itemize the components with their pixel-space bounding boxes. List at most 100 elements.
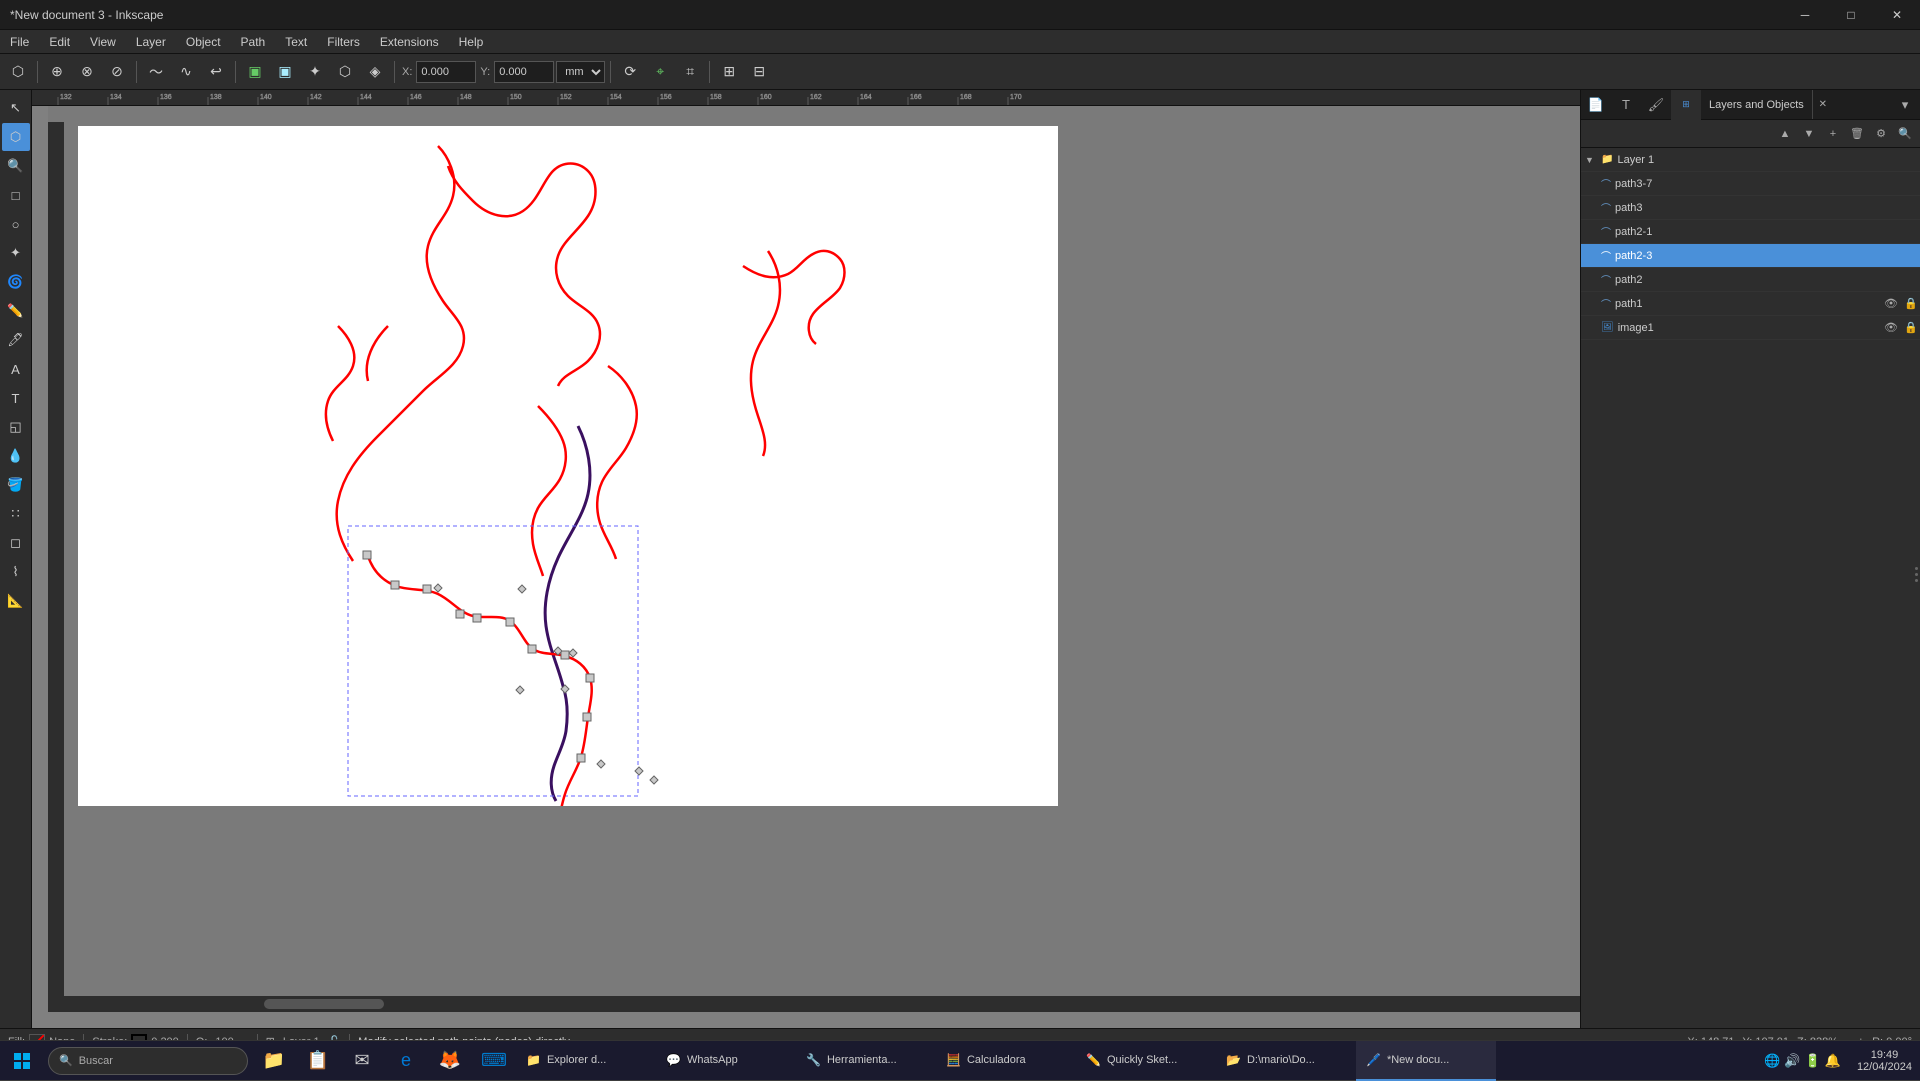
lock-icon[interactable]: 🔒	[1904, 297, 1920, 310]
taskbar-app-vscode[interactable]: ⌨	[472, 1041, 516, 1081]
tool-btn-2[interactable]: ⊗	[73, 58, 101, 86]
node-10[interactable]	[583, 713, 591, 721]
menu-object[interactable]: Object	[176, 30, 231, 53]
star-tool[interactable]: ✦	[2, 239, 30, 267]
path2-3-selected[interactable]	[368, 556, 592, 806]
pencil-tool[interactable]: ✏️	[2, 297, 30, 325]
node-7[interactable]	[528, 645, 536, 653]
canvas-container[interactable]: 132 134 136 138 140 142 144 146 148 150 …	[32, 90, 1580, 1028]
tool-ctrl[interactable]: ⊟	[745, 58, 773, 86]
menu-edit[interactable]: Edit	[39, 30, 80, 53]
layer-item-path2-3[interactable]: ⌒ path2-3	[1581, 244, 1920, 268]
expand-icon[interactable]: ▼	[1585, 155, 1597, 165]
panel-close-button[interactable]: ✕	[1815, 97, 1831, 113]
node-6[interactable]	[506, 618, 514, 626]
node-4[interactable]	[456, 610, 464, 618]
menu-layer[interactable]: Layer	[126, 30, 176, 53]
taskbar-app-files[interactable]: 📋	[296, 1041, 340, 1081]
tool-btn-1[interactable]: ⊕	[43, 58, 71, 86]
layer-move-up-button[interactable]: ▲	[1774, 123, 1796, 145]
taskbar-open-whatsapp[interactable]: 💬 WhatsApp	[656, 1041, 796, 1081]
handle-7[interactable]	[597, 760, 605, 768]
menu-help[interactable]: Help	[449, 30, 494, 53]
handle-2[interactable]	[518, 585, 526, 593]
tool-transform[interactable]: ⟳	[616, 58, 644, 86]
node-2[interactable]	[391, 581, 399, 589]
eye-icon[interactable]: 👁	[1884, 297, 1900, 310]
eyedropper-tool[interactable]: 💧	[2, 442, 30, 470]
layer-item-path2-1[interactable]: ⌒ path2-1	[1581, 220, 1920, 244]
calligraphy-tool[interactable]: A	[2, 355, 30, 383]
tool-curve[interactable]: ∿	[172, 58, 200, 86]
connector-tool[interactable]: ⌇	[2, 558, 30, 586]
battery-icon[interactable]: 🔋	[1805, 1053, 1821, 1069]
tool-corner[interactable]: ↩	[202, 58, 230, 86]
text-tool[interactable]: T	[2, 384, 30, 412]
tool-node[interactable]: ⬡	[4, 58, 32, 86]
tool-btn-3[interactable]: ⊘	[103, 58, 131, 86]
node-11[interactable]	[577, 754, 585, 762]
tool-snap-1[interactable]: ⌖	[646, 58, 674, 86]
maximize-button[interactable]: □	[1828, 0, 1874, 30]
rect-tool[interactable]: □	[2, 181, 30, 209]
tool-show-box[interactable]: ⊞	[715, 58, 743, 86]
zoom-tool[interactable]: 🔍	[2, 152, 30, 180]
menu-filters[interactable]: Filters	[317, 30, 370, 53]
x-input[interactable]	[416, 61, 476, 83]
handle-8[interactable]	[635, 767, 643, 775]
system-clock[interactable]: 19:49 12/04/2024	[1849, 1041, 1920, 1081]
layer-item-path2[interactable]: ⌒ path2	[1581, 268, 1920, 292]
handle-4[interactable]	[569, 649, 577, 657]
tool-path-1[interactable]: ▣	[241, 58, 269, 86]
taskbar-open-folder[interactable]: 📂 D:\mario\Do...	[1216, 1041, 1356, 1081]
minimize-button[interactable]: ─	[1782, 0, 1828, 30]
scrollbar-thumb-h[interactable]	[264, 999, 384, 1009]
layer-item-layer1[interactable]: ▼ 📁 Layer 1	[1581, 148, 1920, 172]
layer-search-button[interactable]: 🔍	[1894, 123, 1916, 145]
eraser-tool[interactable]: ◻	[2, 529, 30, 557]
layer-item-path3[interactable]: ⌒ path3	[1581, 196, 1920, 220]
node-3[interactable]	[423, 585, 431, 593]
handle-1[interactable]	[434, 584, 442, 592]
canvas-page[interactable]	[78, 126, 1058, 806]
node-9[interactable]	[586, 674, 594, 682]
layer-add-button[interactable]: +	[1822, 123, 1844, 145]
horizontal-scrollbar[interactable]	[64, 996, 1580, 1012]
panel-tab-text[interactable]: T	[1611, 90, 1641, 120]
layer-item-path1[interactable]: ⌒ path1 👁 🔒	[1581, 292, 1920, 316]
panel-tab-layers[interactable]: ⊞	[1671, 90, 1701, 120]
notification-icon[interactable]: 🔔	[1825, 1053, 1841, 1069]
eye-icon[interactable]: 👁	[1884, 321, 1900, 334]
menu-extensions[interactable]: Extensions	[370, 30, 449, 53]
handle-5[interactable]	[516, 686, 524, 694]
menu-text[interactable]: Text	[275, 30, 317, 53]
pen-tool[interactable]: 🖊	[2, 326, 30, 354]
start-button[interactable]	[0, 1041, 44, 1081]
close-button[interactable]: ✕	[1874, 0, 1920, 30]
panel-resize-handle[interactable]	[1912, 559, 1920, 589]
measure-tool[interactable]: 📐	[2, 587, 30, 615]
node-8[interactable]	[561, 651, 569, 659]
panel-menu-button[interactable]: ▾	[1890, 90, 1920, 120]
spiral-tool[interactable]: 🌀	[2, 268, 30, 296]
taskbar-open-inkscape[interactable]: 🖊️ *New docu...	[1356, 1041, 1496, 1081]
handle-9[interactable]	[650, 776, 658, 784]
layer-item-image1[interactable]: 🖼 image1 👁 🔒	[1581, 316, 1920, 340]
node-5[interactable]	[473, 614, 481, 622]
canvas-area[interactable]	[48, 106, 1580, 1012]
menu-view[interactable]: View	[80, 30, 126, 53]
circle-tool[interactable]: ○	[2, 210, 30, 238]
layer-item-path3-7[interactable]: ⌒ path3-7	[1581, 172, 1920, 196]
node-1[interactable]	[363, 551, 371, 559]
taskbar-open-herramienta[interactable]: 🔧 Herramienta...	[796, 1041, 936, 1081]
artwork-svg[interactable]	[78, 126, 1058, 806]
taskbar-app-firefox[interactable]: 🦊	[428, 1041, 472, 1081]
lock-icon[interactable]: 🔒	[1904, 321, 1920, 334]
y-input[interactable]	[494, 61, 554, 83]
menu-file[interactable]: File	[0, 30, 39, 53]
tool-star[interactable]: ✦	[301, 58, 329, 86]
tool-path-2[interactable]: ▣	[271, 58, 299, 86]
tool-wave[interactable]: 〜	[142, 58, 170, 86]
taskbar-app-explorer[interactable]: 📁	[252, 1041, 296, 1081]
paint-bucket-tool[interactable]: 🪣	[2, 471, 30, 499]
